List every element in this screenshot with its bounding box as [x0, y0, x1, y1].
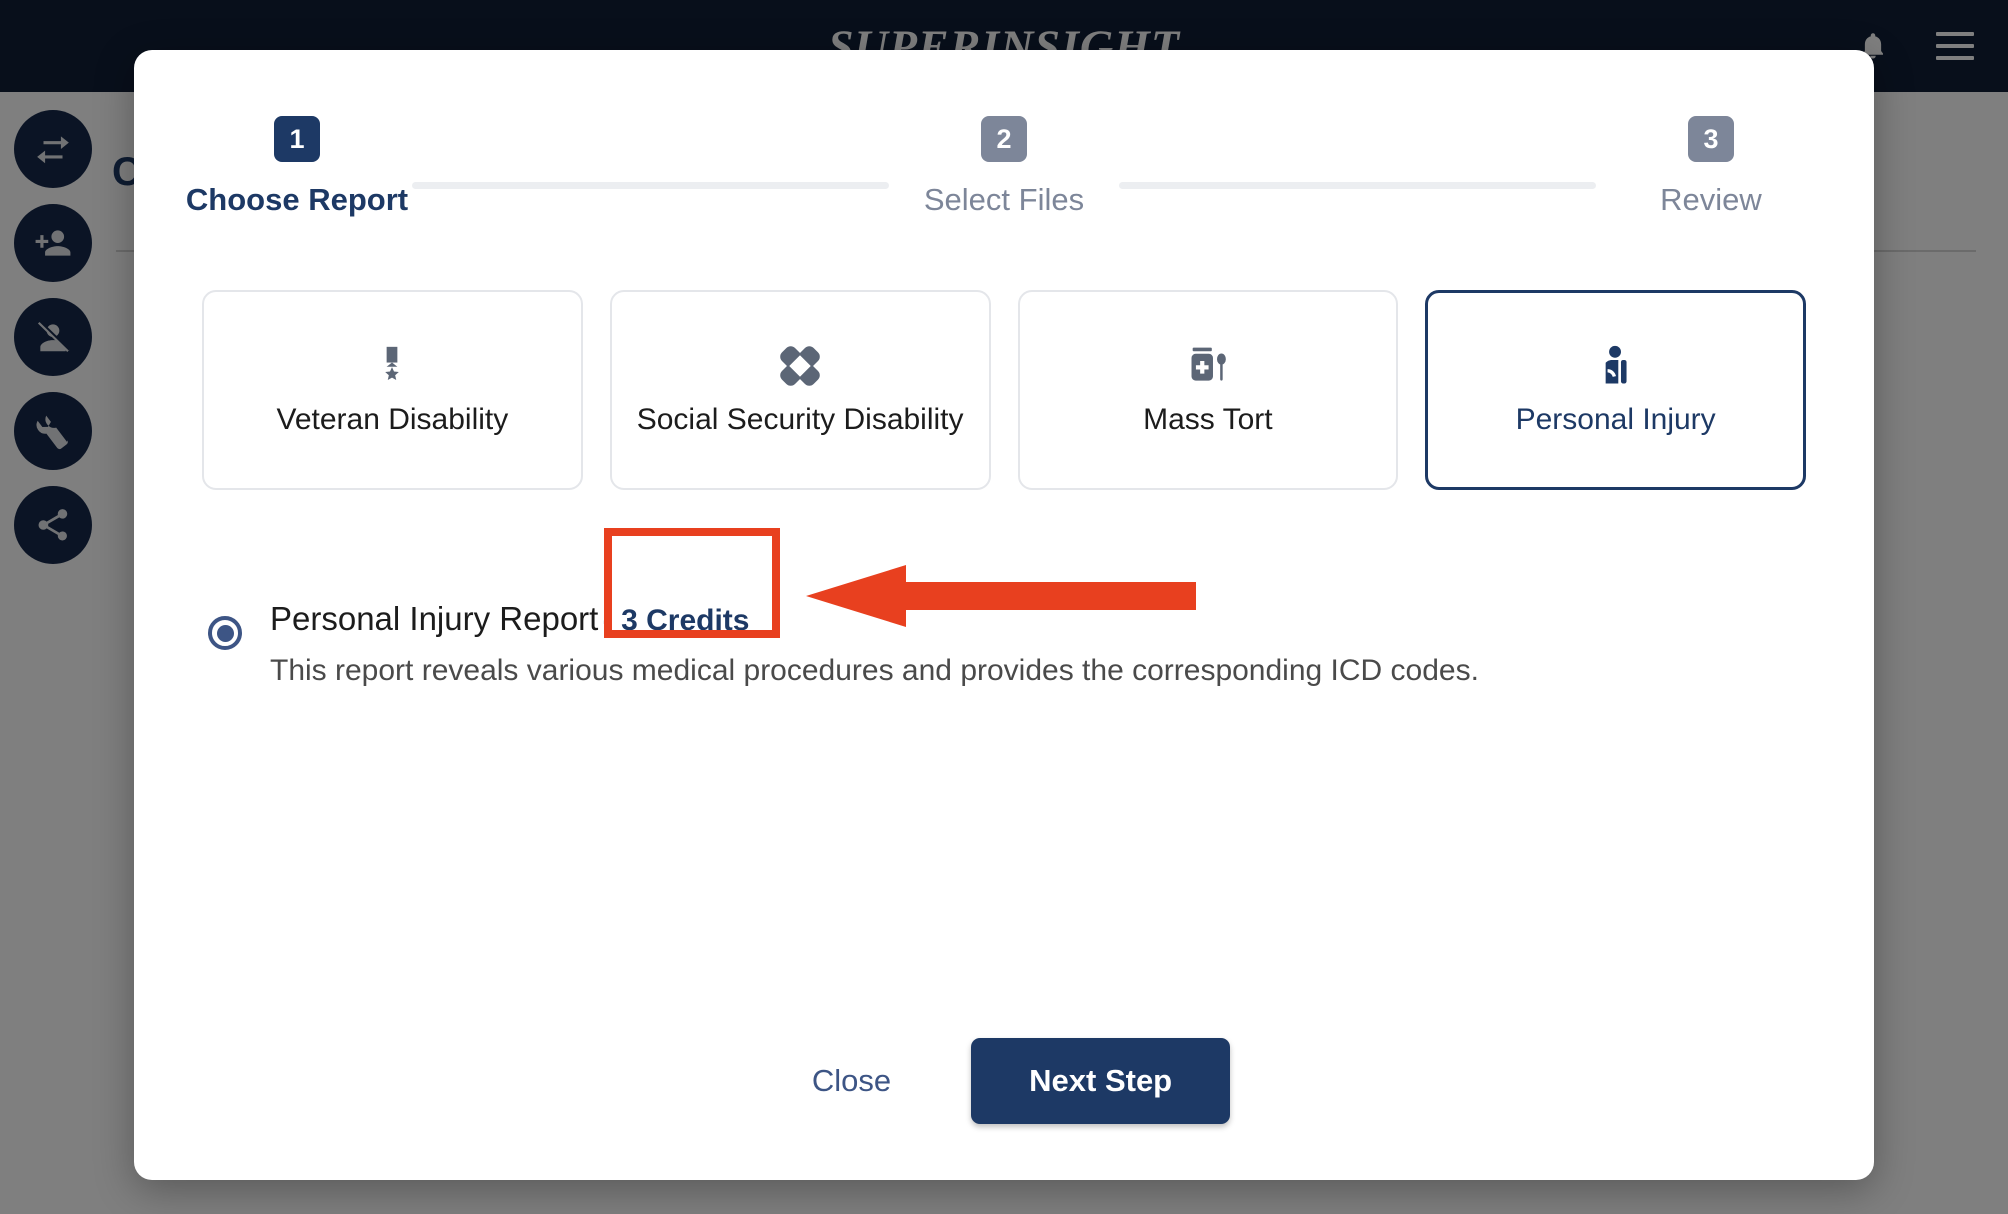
- person-arm-sling-icon: [1605, 345, 1627, 384]
- crossed-bandages-icon: [780, 346, 820, 386]
- modal-footer: Close Next Step: [134, 1038, 1874, 1124]
- report-type-card-mass-tort[interactable]: Mass Tort: [1017, 290, 1399, 490]
- report-type-label: Personal Injury: [1515, 403, 1716, 436]
- report-type-grid: Veteran Disability Social Security Disab…: [202, 290, 1807, 490]
- report-option-description: This report reveals various medical proc…: [270, 654, 1479, 687]
- wizard-stepper: 1 Choose Report 2 Select Files 3 Review: [134, 116, 1874, 218]
- report-option-radio[interactable]: [208, 616, 242, 650]
- report-type-label: Mass Tort: [1143, 403, 1273, 436]
- annotation-arrow-icon: [806, 565, 1196, 627]
- report-option-title: Personal Injury Report: [270, 600, 599, 637]
- report-type-label: Veteran Disability: [276, 403, 509, 436]
- step-choose-report[interactable]: 1 Choose Report: [182, 116, 412, 218]
- report-type-card-personal-injury[interactable]: Personal Injury: [1425, 290, 1807, 490]
- annotation-arrow: [806, 565, 1196, 627]
- report-type-card-social-security-disability[interactable]: Social Security Disability: [609, 290, 991, 490]
- step-label-2: Select Files: [923, 182, 1085, 217]
- step-connector-2: [1119, 182, 1596, 189]
- step-badge-1: 1: [274, 116, 320, 162]
- next-step-button[interactable]: Next Step: [971, 1038, 1231, 1124]
- medicine-jar-spoon-icon: [1191, 347, 1226, 381]
- app-root: C: [0, 0, 2008, 1214]
- annotation-highlight-box: [604, 528, 780, 638]
- step-select-files[interactable]: 2 Select Files: [889, 116, 1119, 218]
- step-review[interactable]: 3 Review: [1596, 116, 1826, 218]
- step-connector-1: [412, 182, 889, 189]
- report-type-label: Social Security Disability: [636, 403, 964, 436]
- step-label-1: Choose Report: [185, 182, 409, 217]
- step-label-3: Review: [1660, 182, 1762, 217]
- military-medal-icon: [385, 346, 400, 380]
- report-type-card-veteran-disability[interactable]: Veteran Disability: [202, 290, 583, 490]
- close-button[interactable]: Close: [778, 1045, 925, 1117]
- radio-dot: [216, 624, 234, 642]
- step-badge-2: 2: [981, 116, 1027, 162]
- step-badge-3: 3: [1688, 116, 1734, 162]
